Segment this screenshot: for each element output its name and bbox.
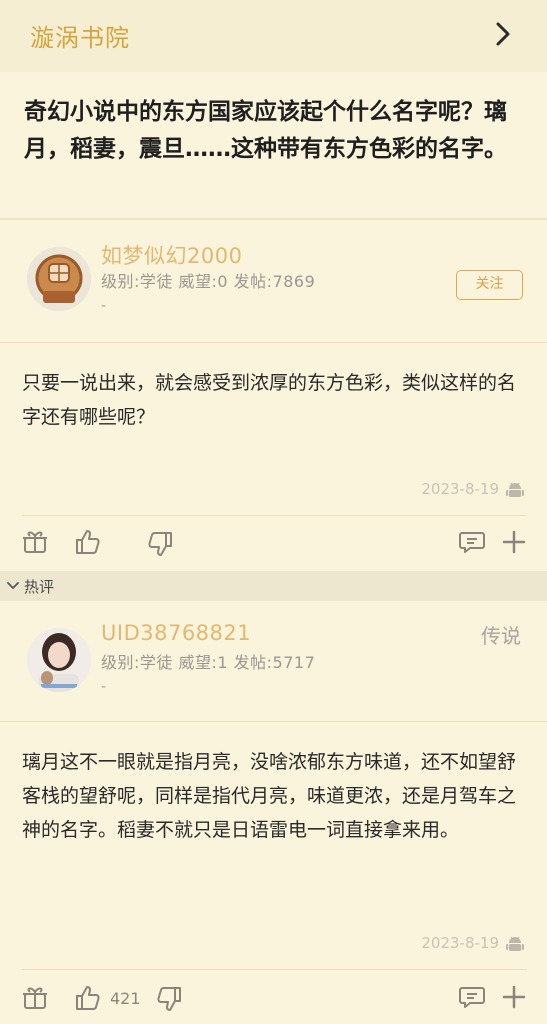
chevron-down-icon [7, 582, 19, 589]
reply-user-signature: - [101, 679, 107, 695]
top-bar: 漩涡书院 [0, 0, 547, 72]
reply-body: 璃月这不一眼就是指月亮，没啥浓郁东方味道，还不如望舒客栈的望舒呢，同样是指代月亮… [22, 751, 517, 841]
divider [0, 721, 547, 722]
gift-icon[interactable] [21, 984, 49, 1012]
post-user-meta: 级别:学徒 威望:0 发帖:7869 [101, 272, 316, 291]
thumbs-up-icon[interactable] [74, 984, 102, 1012]
android-icon [506, 936, 524, 951]
avatar-image [27, 628, 91, 692]
divider [22, 515, 527, 516]
reply-username[interactable]: UID38768821 [101, 621, 251, 645]
reply-date: 2023-8-19 [421, 934, 499, 952]
chevron-right-icon[interactable] [489, 16, 517, 52]
post-username[interactable]: 如梦似幻2000 [101, 240, 242, 270]
comment-icon[interactable] [458, 983, 486, 1011]
hot-comments-label: 热评 [24, 578, 55, 596]
plus-icon[interactable] [500, 983, 528, 1011]
divider [0, 342, 547, 343]
like-count: 421 [110, 989, 141, 1008]
avatar[interactable] [27, 247, 91, 311]
post-user-signature: - [101, 298, 107, 314]
reply-rank-badge: 传说 [481, 624, 521, 648]
post-body: 只要一说出来，就会感受到浓厚的东方色彩，类似这样的名字还有哪些呢？ [22, 372, 517, 428]
comment-icon[interactable] [458, 528, 486, 556]
divider [0, 218, 547, 220]
forum-title[interactable]: 漩涡书院 [30, 18, 130, 53]
thread-title: 奇幻小说中的东方国家应该起个什么名字呢？璃月，稻妻，震旦……这种带有东方色彩的名… [24, 99, 507, 162]
thumbs-down-icon[interactable] [146, 530, 174, 558]
avatar-image [27, 247, 91, 311]
reply-user-meta: 级别:学徒 威望:1 发帖:5717 [101, 653, 316, 672]
follow-button[interactable]: 关注 [456, 270, 523, 300]
plus-icon[interactable] [500, 528, 528, 556]
hot-comments-header[interactable]: 热评 [0, 571, 547, 601]
gift-icon[interactable] [21, 528, 49, 556]
divider [22, 969, 527, 970]
post-date: 2023-8-19 [421, 480, 499, 498]
android-icon [506, 482, 524, 497]
avatar[interactable] [27, 628, 91, 692]
thumbs-up-icon[interactable] [74, 528, 102, 556]
thumbs-down-icon[interactable] [155, 985, 183, 1013]
